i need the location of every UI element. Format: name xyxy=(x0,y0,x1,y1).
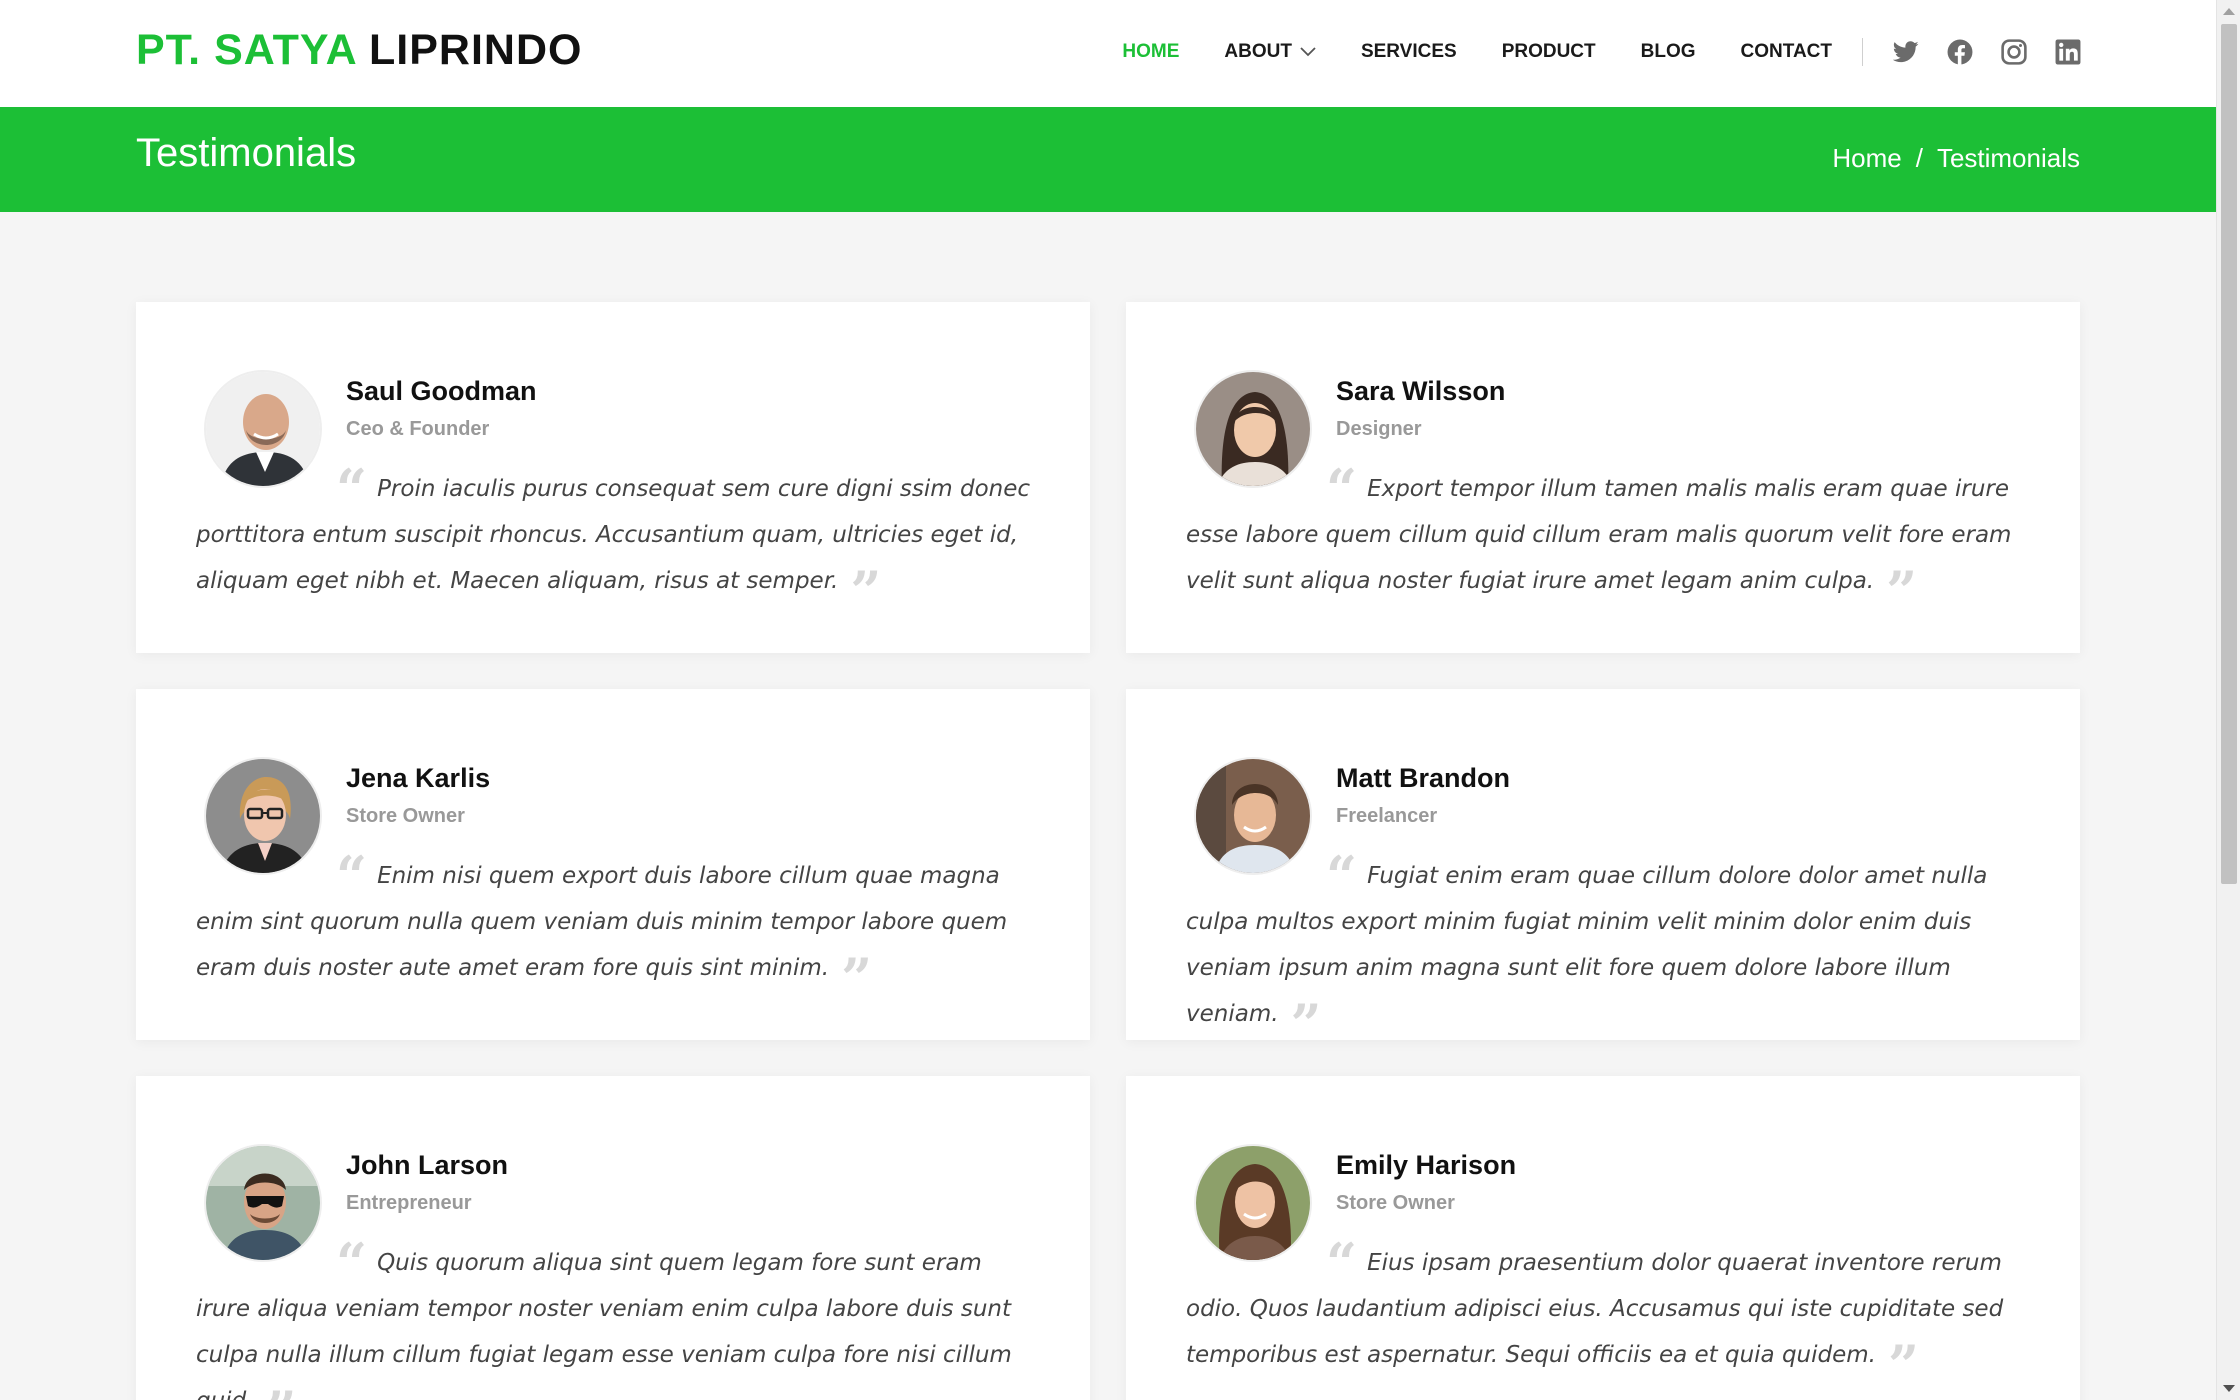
testimonial-name: Matt Brandon xyxy=(1336,763,1510,793)
breadcrumb-home-link[interactable]: Home xyxy=(1832,143,1901,174)
breadcrumb: Home / Testimonials xyxy=(1832,143,2080,174)
quote-open-icon: “ xyxy=(336,457,368,521)
main-navigation: HOME ABOUT SERVICES PRODUCT BLOG CONTACT xyxy=(1122,28,2083,76)
nav-divider xyxy=(1862,38,1863,66)
logo-text: LIPRINDO xyxy=(369,26,583,74)
facebook-icon[interactable] xyxy=(1945,37,1975,67)
site-logo[interactable]: PT. SATYA LIPRINDO xyxy=(136,26,582,75)
testimonial-role: Store Owner xyxy=(346,805,465,827)
quote-close-icon: ” xyxy=(1886,559,1918,623)
testimonial-quote: “Fugiat enim eram quae cillum dolore dol… xyxy=(1186,844,2026,1056)
testimonial-card: Matt Brandon Freelancer “Fugiat enim era… xyxy=(1126,689,2080,1056)
social-links xyxy=(1891,37,2083,67)
breadcrumb-current: Testimonials xyxy=(1936,143,2080,173)
twitter-icon[interactable] xyxy=(1891,37,1921,67)
testimonial-name: John Larson xyxy=(346,1150,509,1180)
linkedin-icon[interactable] xyxy=(2053,37,2083,67)
nav-contact[interactable]: CONTACT xyxy=(1741,41,1832,63)
breadcrumb-separator: / xyxy=(1915,143,1923,173)
testimonial-card: Jena Karlis Store Owner “Enim nisi quem … xyxy=(136,689,1090,1040)
page-title: Testimonials xyxy=(136,131,357,175)
site-header: PT. SATYA LIPRINDO HOME ABOUT SERVICES P… xyxy=(0,0,2216,107)
scroll-up-arrow[interactable] xyxy=(2223,8,2235,15)
testimonial-name: Sara Wilsson xyxy=(1336,376,1506,406)
page-scrollbar[interactable] xyxy=(2216,0,2240,1400)
testimonial-name: Jena Karlis xyxy=(346,763,491,793)
testimonial-text: Enim nisi quem export duis labore cillum… xyxy=(196,863,1008,981)
quote-open-icon: “ xyxy=(1326,844,1358,908)
testimonial-text: Eius ipsam praesentium dolor quaerat inv… xyxy=(1186,1250,2004,1368)
nav-home[interactable]: HOME xyxy=(1122,41,1179,63)
nav-services[interactable]: SERVICES xyxy=(1361,41,1457,63)
testimonial-card: Emily Harison Store Owner “Eius ipsam pr… xyxy=(1126,1076,2080,1400)
quote-close-icon: ” xyxy=(850,559,882,623)
testimonial-card: Sara Wilsson Designer “Export tempor ill… xyxy=(1126,302,2080,653)
testimonial-text: Quis quorum aliqua sint quem legam fore … xyxy=(196,1250,1012,1400)
testimonial-name: Saul Goodman xyxy=(346,376,537,406)
testimonial-role: Ceo & Founder xyxy=(346,418,490,440)
scrollbar-thumb[interactable] xyxy=(2221,24,2237,884)
testimonial-role: Designer xyxy=(1336,418,1422,440)
scroll-down-arrow[interactable] xyxy=(2223,1385,2235,1392)
nav-about-label: ABOUT xyxy=(1224,41,1292,62)
quote-close-icon: ” xyxy=(841,946,873,1010)
chevron-down-icon xyxy=(1300,47,1316,57)
quote-close-icon: ” xyxy=(1290,992,1322,1056)
quote-open-icon: “ xyxy=(1326,457,1358,521)
nav-product[interactable]: PRODUCT xyxy=(1502,41,1596,63)
testimonial-role: Entrepreneur xyxy=(346,1192,472,1214)
testimonial-quote: “Eius ipsam praesentium dolor quaerat in… xyxy=(1186,1231,2026,1397)
testimonial-quote: “Proin iaculis purus consequat sem cure … xyxy=(196,457,1036,623)
testimonial-card: Saul Goodman Ceo & Founder “Proin iaculi… xyxy=(136,302,1090,653)
quote-open-icon: “ xyxy=(336,1231,368,1295)
testimonial-card: John Larson Entrepreneur “Quis quorum al… xyxy=(136,1076,1090,1400)
testimonial-quote: “Export tempor illum tamen malis malis e… xyxy=(1186,457,2026,623)
page-banner: Testimonials Home / Testimonials xyxy=(0,107,2216,212)
testimonial-quote: “Quis quorum aliqua sint quem legam fore… xyxy=(196,1231,1036,1400)
testimonial-quote: “Enim nisi quem export duis labore cillu… xyxy=(196,844,1036,1010)
nav-blog[interactable]: BLOG xyxy=(1641,41,1696,63)
logo-accent-text: PT. SATYA xyxy=(136,26,357,74)
instagram-icon[interactable] xyxy=(1999,37,2029,67)
quote-open-icon: “ xyxy=(336,844,368,908)
quote-close-icon: ” xyxy=(1888,1333,1920,1397)
testimonials-grid: Saul Goodman Ceo & Founder “Proin iaculi… xyxy=(136,302,2080,1400)
testimonial-name: Emily Harison xyxy=(1336,1150,1517,1180)
testimonial-role: Freelancer xyxy=(1336,805,1438,827)
nav-about[interactable]: ABOUT xyxy=(1224,41,1316,63)
testimonial-text: Proin iaculis purus consequat sem cure d… xyxy=(196,476,1031,594)
quote-open-icon: “ xyxy=(1326,1231,1358,1295)
testimonial-role: Store Owner xyxy=(1336,1192,1455,1214)
